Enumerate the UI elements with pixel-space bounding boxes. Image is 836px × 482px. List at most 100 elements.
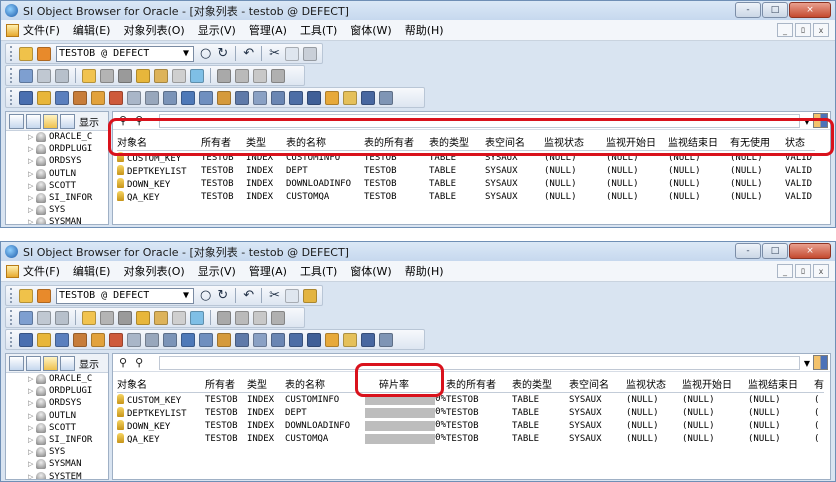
column-header[interactable]: 对象名 [117, 134, 201, 149]
copy-object-icon[interactable] [172, 68, 186, 83]
menu-tools[interactable]: 工具(T) [300, 22, 337, 38]
close-button[interactable]: × [789, 2, 831, 18]
filter-input[interactable] [159, 356, 800, 370]
disconnect-icon[interactable] [37, 46, 51, 61]
toolbar-grip[interactable] [10, 332, 13, 347]
menu-help[interactable]: 帮助(H) [405, 263, 444, 279]
maximize-button[interactable]: □ [762, 2, 788, 18]
tree-item-ordplugi[interactable]: ORDPLUGI [6, 143, 108, 155]
search-object-icon[interactable] [343, 90, 357, 105]
user-icon[interactable] [82, 68, 96, 83]
grid-layout-icon[interactable] [813, 113, 828, 128]
package-icon[interactable] [154, 310, 168, 325]
cut-icon[interactable]: ✂ [269, 46, 280, 61]
function-icon[interactable] [91, 332, 105, 347]
menu-window[interactable]: 窗体(W) [350, 22, 391, 38]
column-header[interactable]: 监视开始日 [606, 134, 668, 149]
storage-icon[interactable] [118, 68, 132, 83]
column-header[interactable]: 表的名称 [285, 376, 365, 391]
window-icon[interactable] [37, 68, 51, 83]
list-icon[interactable] [253, 310, 267, 325]
scheduler-icon[interactable] [325, 90, 339, 105]
view-icon[interactable] [55, 90, 69, 105]
fragmentation-column-header[interactable]: 碎片率 [365, 376, 446, 391]
toolbar-grip[interactable] [10, 310, 13, 325]
grid-layout-icon[interactable] [813, 355, 828, 370]
tree-view-icon[interactable] [9, 355, 24, 371]
tree-filter-icon[interactable] [26, 355, 41, 371]
column-header[interactable]: 表的类型 [429, 134, 485, 149]
tree-item-sysman[interactable]: SYSMAN [6, 216, 108, 224]
library-icon[interactable] [235, 332, 249, 347]
mdi-minimize-button[interactable]: _ [777, 264, 793, 278]
type-icon[interactable] [217, 332, 231, 347]
refresh-icon[interactable]: ↻ [217, 288, 228, 303]
search-object-icon[interactable] [343, 332, 357, 347]
queue-icon[interactable] [307, 90, 321, 105]
toolbar-grip[interactable] [10, 90, 13, 105]
schema-icon[interactable] [60, 355, 75, 371]
dictionary-icon[interactable] [361, 90, 375, 105]
mdi-close-button[interactable]: x [813, 23, 829, 37]
filter-input[interactable] [159, 114, 800, 128]
title-bar[interactable]: SI Object Browser for Oracle - [对象列表 - t… [1, 1, 835, 20]
dictionary-icon[interactable] [361, 332, 375, 347]
job-icon[interactable] [289, 90, 303, 105]
connect-icon[interactable] [19, 288, 33, 303]
tree-filter-icon[interactable] [26, 113, 41, 129]
key-icon[interactable] [37, 332, 51, 347]
tree-item-ordsys[interactable]: ORDSYS [6, 397, 108, 409]
tree-item-si-infor[interactable]: SI_INFOR [6, 434, 108, 446]
disconnect-icon[interactable] [37, 288, 51, 303]
close-button[interactable]: × [789, 243, 831, 259]
column-header[interactable]: 监视结束日 [668, 134, 730, 149]
undo-icon[interactable]: ↶ [243, 46, 254, 61]
table-row[interactable]: CUSTOM_KEY TESTOB INDEX CUSTOMINFO TESTOB TAB… [117, 151, 815, 164]
menu-admin[interactable]: 管理(A) [249, 263, 287, 279]
export-icon[interactable] [271, 310, 285, 325]
view-icon[interactable] [55, 332, 69, 347]
type-icon[interactable] [217, 90, 231, 105]
schema-icon[interactable] [60, 113, 75, 129]
sequence-icon[interactable] [145, 332, 159, 347]
tree-item-ordsys[interactable]: ORDSYS [6, 155, 108, 167]
index-icon[interactable] [181, 90, 195, 105]
paste-icon[interactable] [303, 46, 318, 61]
tree-item-si-infor[interactable]: SI_INFOR [6, 192, 108, 204]
queue-icon[interactable] [307, 332, 321, 347]
menu-window[interactable]: 窗体(W) [350, 263, 391, 279]
column-header[interactable]: 表空间名 [569, 376, 626, 391]
table-row[interactable]: QA_KEY TESTOB INDEX CUSTOMQA 0% TESTOB TABLE SY… [117, 432, 824, 445]
menu-view[interactable]: 显示(V) [198, 263, 236, 279]
library-icon[interactable] [235, 90, 249, 105]
package-icon[interactable] [109, 90, 123, 105]
snapshot-icon[interactable] [271, 90, 285, 105]
toolbar-grip[interactable] [10, 46, 13, 61]
tree-item-sysman[interactable]: SYSMAN [6, 458, 108, 470]
column-header[interactable]: 对象名 [117, 376, 205, 391]
connection-select[interactable]: TESTOB @ DEFECT ▼ [56, 287, 194, 304]
scheduler-icon[interactable] [325, 332, 339, 347]
menu-edit[interactable]: 编辑(E) [73, 263, 111, 279]
table-row[interactable]: QA_KEY TESTOB INDEX CUSTOMQA TESTOB TABLE SYSA… [117, 190, 815, 203]
menu-object-list[interactable]: 对象列表(O) [123, 22, 184, 38]
window-icon[interactable] [37, 310, 51, 325]
tree-item-scott[interactable]: SCOTT [6, 180, 108, 192]
column-header[interactable]: 所有者 [205, 376, 247, 391]
table-row[interactable]: DOWN_KEY TESTOB INDEX DOWNLOADINFO TESTOB TAB… [117, 177, 815, 190]
column-header[interactable]: 类型 [247, 376, 285, 391]
tree-item-sys[interactable]: SYS [6, 446, 108, 458]
tree-item-outln[interactable]: OUTLN [6, 168, 108, 180]
key-icon[interactable] [37, 90, 51, 105]
list-icon[interactable] [253, 68, 267, 83]
cut-icon[interactable]: ✂ [269, 288, 280, 303]
procedure-icon[interactable] [73, 90, 87, 105]
tree-item-outln[interactable]: OUTLN [6, 410, 108, 422]
database-icon[interactable] [100, 68, 114, 83]
report-icon[interactable] [235, 310, 249, 325]
monitor-icon[interactable] [55, 68, 69, 83]
title-bar[interactable]: SI Object Browser for Oracle - [对象列表 - t… [1, 242, 835, 261]
connection-select[interactable]: TESTOB @ DEFECT ▼ [56, 45, 194, 62]
database-icon[interactable] [100, 310, 114, 325]
copy-icon[interactable] [285, 46, 300, 61]
